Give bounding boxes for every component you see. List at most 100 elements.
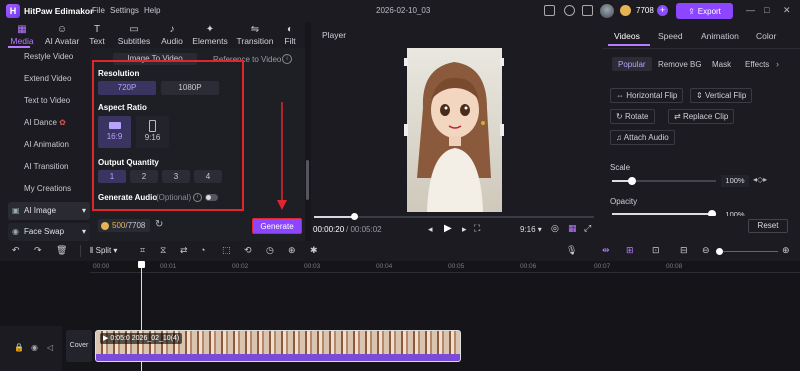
chevron-right-icon[interactable]: › xyxy=(776,59,779,69)
aspect-ratio-select[interactable]: 9:16 ▾ xyxy=(520,225,542,234)
nav-my-creations[interactable]: My Creations xyxy=(0,178,90,200)
progress-handle[interactable] xyxy=(351,213,358,220)
tab-media[interactable]: ▦ Media xyxy=(8,22,36,48)
nav-ai-transition[interactable]: AI Transition xyxy=(0,156,90,178)
playhead-handle[interactable] xyxy=(138,261,145,268)
lock-icon[interactable]: 🔒 xyxy=(14,343,24,352)
elements-icon: ✦ xyxy=(205,24,215,35)
attach-audio-button[interactable]: ♫ Attach Audio xyxy=(610,130,675,145)
nav-ai-dance[interactable]: AI Dance ✿ xyxy=(0,112,90,134)
mic-icon[interactable]: 🎙 xyxy=(566,245,577,256)
horizontal-flip-button[interactable]: ⇔ Horizontal Flip xyxy=(610,88,684,103)
keyframe-icon[interactable]: ◂◇▸ xyxy=(753,175,767,184)
freeze-icon[interactable]: ⧖ xyxy=(160,245,166,256)
subtab-mask[interactable]: Mask xyxy=(712,60,731,69)
tab-speed[interactable]: Speed xyxy=(658,31,683,41)
mute-icon[interactable]: ◁ xyxy=(47,343,53,352)
delete-icon[interactable]: 🗑 xyxy=(56,245,67,256)
coin-icon xyxy=(620,5,631,16)
reset-button[interactable]: Reset xyxy=(748,219,788,233)
cover-button[interactable]: Cover xyxy=(66,330,92,362)
zoom-slider-handle[interactable] xyxy=(716,248,723,255)
tab-elements[interactable]: ✦ Elements xyxy=(190,22,230,48)
menu-settings[interactable]: Settings xyxy=(110,6,139,15)
crop-handle[interactable] xyxy=(404,124,408,136)
zoom-slider-track[interactable] xyxy=(716,251,778,252)
preview-icon[interactable]: ⊡ xyxy=(652,245,660,256)
scale-slider-handle[interactable] xyxy=(628,177,636,185)
subtab-remove-bg[interactable]: Remove BG xyxy=(658,60,702,69)
undo-icon[interactable]: ↶ xyxy=(12,245,20,256)
fit-icon[interactable]: ⊟ xyxy=(680,245,688,256)
crop-frame-icon[interactable]: ⬚ xyxy=(222,245,231,256)
zoom-in-icon[interactable]: ⊕ xyxy=(782,245,790,256)
menu-help[interactable]: Help xyxy=(144,6,160,15)
link-icon[interactable]: ⊞ xyxy=(626,245,634,256)
replace-clip-label: Replace Clip xyxy=(682,112,729,121)
nav-ai-image[interactable]: ▣ AI Image ▾ xyxy=(8,202,90,220)
split-button[interactable]: ⫴ Split ▾ xyxy=(90,246,117,256)
generate-button[interactable]: Generate xyxy=(252,218,302,234)
scale-value[interactable]: 100% xyxy=(721,175,749,187)
tab-videos[interactable]: Videos xyxy=(614,31,640,41)
tab-transition[interactable]: ⇋ Transition xyxy=(234,22,276,48)
detach-icon[interactable]: ⊕ xyxy=(288,245,296,256)
nav-restyle-video[interactable]: Restyle Video xyxy=(0,46,90,68)
crop-icon[interactable]: ⌗ xyxy=(140,245,145,256)
freeze-frame-icon[interactable]: ✱ xyxy=(310,245,318,256)
speed-icon[interactable]: ◔ xyxy=(200,245,205,255)
tab-filters[interactable]: ◐ Filt xyxy=(280,22,300,48)
feedback-icon[interactable] xyxy=(564,5,575,16)
grid-icon[interactable]: ▦ xyxy=(568,223,577,234)
tab-text[interactable]: T Text xyxy=(86,22,108,48)
expand-icon[interactable]: ⤢ xyxy=(584,223,591,234)
vertical-flip-button[interactable]: ⇕ Vertical Flip xyxy=(690,88,753,103)
snapshot-icon[interactable]: ◎ xyxy=(551,223,559,234)
reverse-icon[interactable]: ⟲ xyxy=(244,245,252,256)
replace-clip-button[interactable]: ⇄ Replace Clip xyxy=(668,109,735,124)
nav-ai-image-label: AI Image xyxy=(24,206,57,215)
nav-extend-video[interactable]: Extend Video xyxy=(0,68,90,90)
mirror-icon[interactable]: ⇄ xyxy=(180,245,188,256)
opacity-slider-track[interactable] xyxy=(612,213,716,215)
flip-h-icon: ⇔ xyxy=(616,91,624,100)
timer-icon[interactable]: ◷ xyxy=(266,245,274,256)
crop-handle[interactable] xyxy=(500,124,504,136)
prev-frame-icon[interactable]: ◂ xyxy=(428,224,433,235)
crop-handle[interactable] xyxy=(404,58,408,66)
menu-file[interactable]: File xyxy=(92,6,105,15)
fullscreen-icon[interactable]: ⛶ xyxy=(474,223,480,234)
tab-color[interactable]: Color xyxy=(756,31,776,41)
tab-ai-avatar[interactable]: ☺ AI Avatar xyxy=(42,22,82,48)
subtab-effects[interactable]: Effects xyxy=(745,60,769,69)
crop-handle[interactable] xyxy=(500,58,504,66)
rotate-button[interactable]: ↻ Rotate xyxy=(610,109,655,124)
layout-icon[interactable] xyxy=(544,5,555,16)
tab-animation[interactable]: Animation xyxy=(701,31,739,41)
nav-face-swap[interactable]: ◉ Face Swap ▾ xyxy=(8,223,90,241)
nav-ai-animation[interactable]: AI Animation xyxy=(0,134,90,156)
dance-icon: ✿ xyxy=(59,118,66,127)
ruler-tick: 00:00 xyxy=(93,263,110,270)
snap-icon[interactable]: ⇹ xyxy=(602,245,610,256)
export-button[interactable]: ⇪ Export xyxy=(676,3,733,19)
close-icon[interactable]: ✕ xyxy=(783,5,791,16)
redo-icon[interactable]: ↷ xyxy=(34,245,42,256)
subtab-popular[interactable]: Popular xyxy=(618,60,646,69)
refresh-icon[interactable]: ↻ xyxy=(155,219,163,230)
nav-text-to-video[interactable]: Text to Video xyxy=(0,90,90,112)
avatar[interactable] xyxy=(600,4,614,18)
add-credits-icon[interactable]: + xyxy=(657,5,668,16)
tab-audio[interactable]: ♪ Audio xyxy=(158,22,186,48)
play-icon[interactable]: ▶ xyxy=(444,223,452,234)
tab-subtitles[interactable]: ▭ Subtitles xyxy=(114,22,154,48)
minimize-icon[interactable]: — xyxy=(746,5,755,15)
maximize-icon[interactable]: □ xyxy=(764,5,769,15)
video-clip[interactable]: ▶ 0:05:0 2026_02_10(4) xyxy=(95,330,461,362)
panel-scrollbar[interactable] xyxy=(306,160,309,200)
info-icon[interactable]: i xyxy=(282,54,292,64)
next-frame-icon[interactable]: ▸ xyxy=(462,224,467,235)
visibility-icon[interactable]: ◉ xyxy=(31,343,38,352)
notification-icon[interactable] xyxy=(582,5,593,16)
zoom-out-icon[interactable]: ⊖ xyxy=(702,245,710,256)
